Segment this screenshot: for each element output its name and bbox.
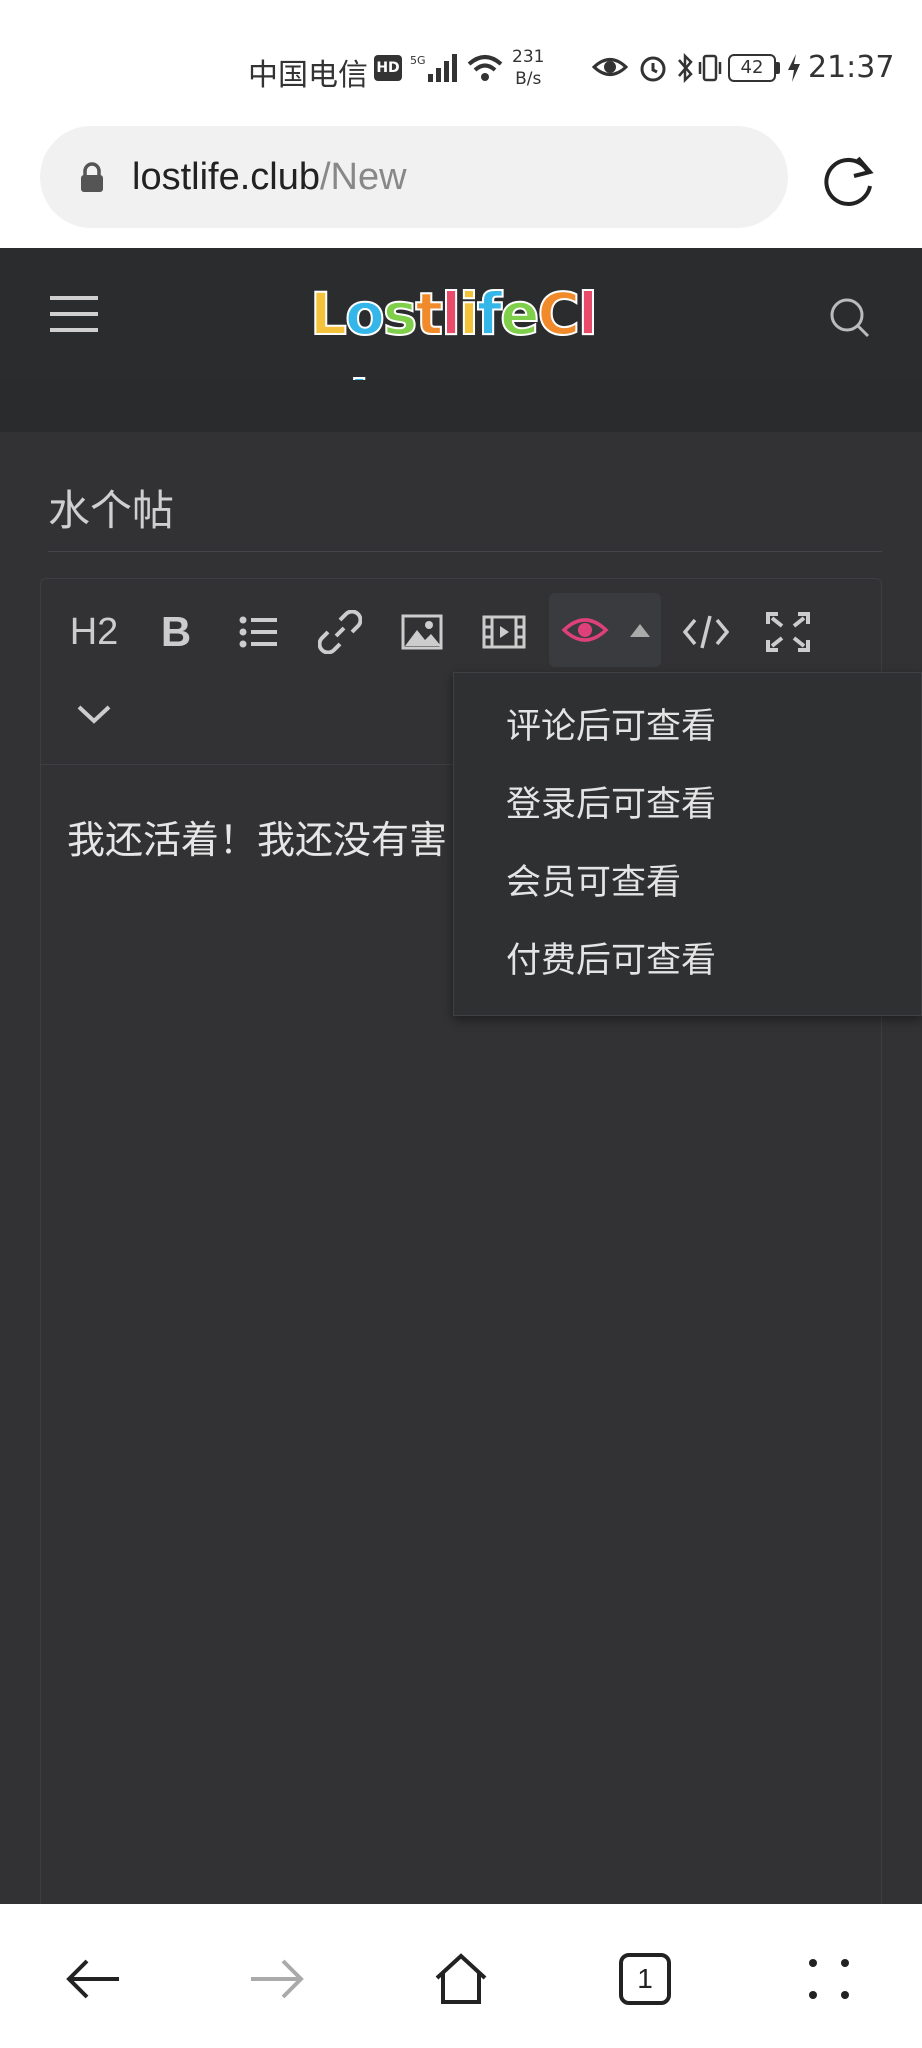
- status-bar: 中国电信 HD 5G 231 B/s 42 21:37: [0, 0, 922, 120]
- hd-badge: HD: [374, 55, 402, 81]
- more-tools-button[interactable]: [59, 679, 129, 749]
- forward-button[interactable]: [242, 1944, 312, 2014]
- hide-content-button[interactable]: [549, 593, 661, 667]
- logo-letter: l: [440, 279, 462, 349]
- link-button[interactable]: [305, 597, 375, 667]
- post-title-input[interactable]: 水个帖: [48, 470, 882, 552]
- signal-icon: 5G: [410, 54, 457, 82]
- editor-content[interactable]: 我还活着！我还没有害: [67, 809, 447, 864]
- more-menu-button[interactable]: [794, 1944, 864, 2014]
- reload-icon[interactable]: [820, 150, 880, 210]
- logo-letter: e: [499, 279, 540, 349]
- image-button[interactable]: [387, 597, 457, 667]
- fullscreen-icon: [766, 612, 810, 652]
- logo-letter: t: [414, 279, 444, 349]
- video-button[interactable]: [469, 597, 539, 667]
- bluetooth-icon: [678, 52, 693, 84]
- fullscreen-button[interactable]: [753, 597, 823, 667]
- battery-level: 42: [728, 54, 776, 82]
- menu-dots-icon: [809, 1959, 849, 1999]
- home-icon: [435, 1953, 487, 2004]
- logo-letter: s: [382, 279, 418, 349]
- dropdown-item-login[interactable]: 登录后可查看: [506, 775, 716, 835]
- site-header: LostlifeClub: [0, 248, 922, 437]
- hide-options-dropdown: 评论后可查看 登录后可查看 会员可查看 付费后可查看: [453, 672, 922, 1016]
- svg-text:5G: 5G: [410, 54, 426, 67]
- code-icon: [683, 615, 729, 649]
- back-button[interactable]: [58, 1944, 128, 2014]
- url-host: lostlife.club: [132, 156, 320, 198]
- caret-up-icon: [630, 624, 650, 637]
- dropdown-item-member[interactable]: 会员可查看: [506, 853, 681, 913]
- code-button[interactable]: [671, 597, 741, 667]
- dropdown-item-comment[interactable]: 评论后可查看: [506, 697, 716, 757]
- carrier-name: 中国电信: [248, 58, 368, 93]
- browser-bottom-nav: 1: [0, 1904, 922, 2048]
- search-icon[interactable]: [828, 296, 872, 340]
- menu-icon[interactable]: [50, 294, 98, 334]
- link-icon: [318, 610, 362, 654]
- chevron-down-icon: [77, 705, 111, 724]
- browser-toolbar: lostlife.club/New: [0, 120, 922, 248]
- clock: 21:37: [808, 50, 895, 85]
- home-button[interactable]: [426, 1944, 496, 2014]
- logo-letter: L: [309, 279, 348, 349]
- forward-arrow-icon: [251, 1959, 304, 1999]
- logo-letter: C: [536, 279, 581, 349]
- site-logo[interactable]: LostlifeClub: [309, 270, 610, 437]
- url-text[interactable]: lostlife.club/New: [132, 156, 407, 199]
- lock-icon: [81, 162, 103, 192]
- heading-button[interactable]: H2: [59, 597, 129, 667]
- list-button[interactable]: [223, 597, 293, 667]
- wifi-icon: [467, 55, 503, 81]
- sub-header-band: [0, 380, 922, 432]
- tabs-button[interactable]: 1: [610, 1944, 680, 2014]
- url-path: /New: [319, 156, 407, 198]
- back-arrow-icon: [66, 1959, 119, 1999]
- dropdown-item-paid[interactable]: 付费后可查看: [506, 931, 716, 991]
- vibrate-icon: [698, 54, 722, 82]
- eye-icon: [561, 618, 609, 642]
- video-icon: [482, 615, 526, 649]
- alarm-icon: [640, 56, 666, 82]
- charging-icon: [788, 54, 800, 82]
- logo-letter: i: [458, 279, 480, 349]
- image-icon: [401, 614, 443, 650]
- address-bar[interactable]: lostlife.club/New: [40, 126, 788, 228]
- eye-comfort-icon: [592, 58, 628, 76]
- battery-tip: [776, 62, 780, 74]
- logo-letter: f: [476, 279, 503, 349]
- tabs-icon: 1: [619, 1953, 671, 2005]
- bold-button[interactable]: B: [141, 597, 211, 667]
- logo-letter: l: [577, 279, 599, 349]
- net-speed: 231 B/s: [512, 47, 545, 89]
- list-icon: [239, 616, 277, 648]
- logo-letter: o: [344, 279, 386, 349]
